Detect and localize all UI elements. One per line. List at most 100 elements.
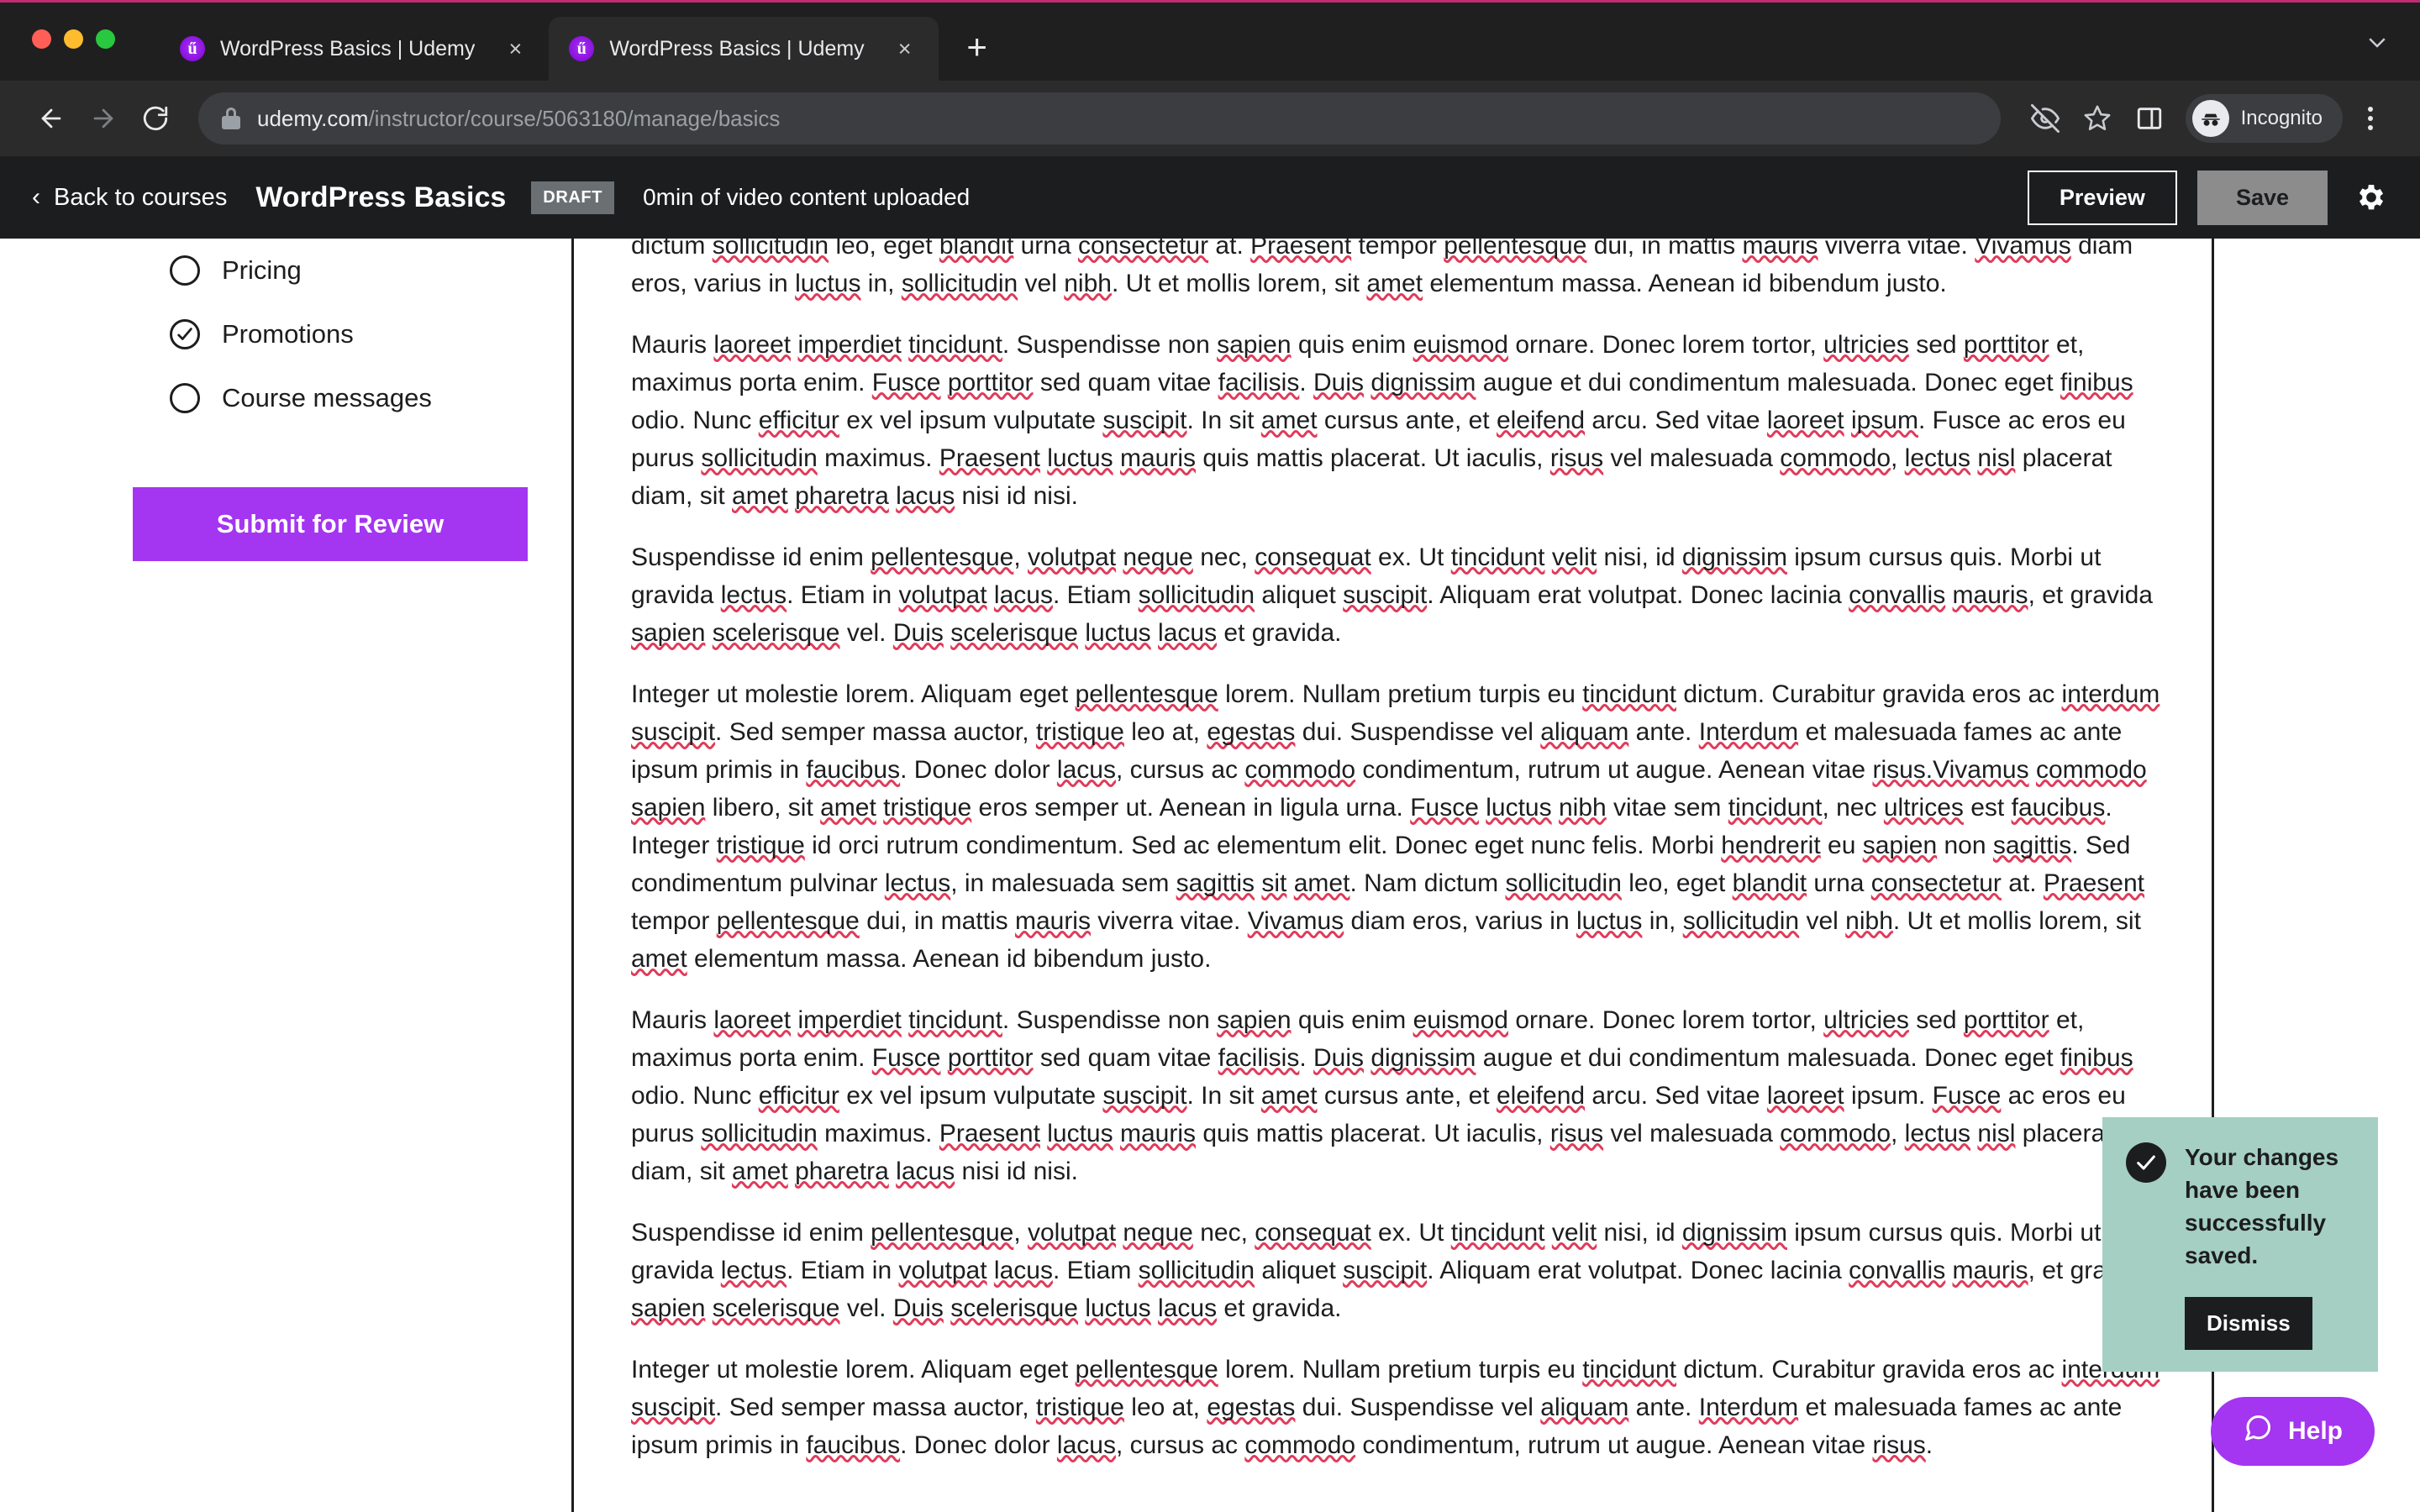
spellcheck-word: lacus (896, 482, 955, 510)
star-icon[interactable] (2073, 94, 2122, 143)
url-text: udemy.com/instructor/course/5063180/mana… (257, 106, 780, 132)
window-traffic-lights (32, 29, 115, 49)
maximize-window-button[interactable] (96, 29, 115, 49)
text-run: . Etiam in (786, 1257, 899, 1284)
text-run: eros semper ut. Aenean in ligula urna. (971, 794, 1411, 822)
text-run: , cursus ac (1115, 756, 1245, 784)
reload-icon[interactable] (129, 92, 182, 144)
gear-icon[interactable] (2348, 174, 2395, 221)
text-run: . Suspendisse non (1002, 331, 1218, 359)
sidebar-item-course-messages[interactable]: Course messages (0, 366, 571, 430)
text-run: . Aliquam erat volutpat. Donec lacinia (1427, 581, 1849, 609)
spellcheck-word: pharetra (795, 482, 889, 510)
spellcheck-word: lectus (1904, 444, 1971, 472)
text-run: , (1013, 1219, 1028, 1247)
text-run: leo, eget (829, 239, 939, 260)
side-panel-icon[interactable] (2125, 94, 2174, 143)
back-to-courses-link[interactable]: ‹ Back to courses (32, 184, 227, 212)
spellcheck-word: pellentesque (871, 1219, 1014, 1247)
sidebar-item-pricing[interactable]: Pricing (0, 239, 571, 302)
help-button[interactable]: Help (2210, 1397, 2375, 1466)
course-description-editor[interactable]: dictum sollicitudin leo, eget blandit ur… (571, 239, 2214, 1512)
text-run: maximus. (817, 1120, 939, 1147)
spellcheck-word: risus (1549, 444, 1604, 472)
save-button[interactable]: Save (2196, 170, 2328, 225)
spellcheck-word: amet (631, 945, 687, 973)
text-run (944, 1294, 950, 1322)
text-run: Aenean vitae (1718, 1431, 1873, 1459)
minimize-window-button[interactable] (64, 29, 83, 49)
close-window-button[interactable] (32, 29, 51, 49)
submit-for-review-button[interactable]: Submit for Review (133, 487, 528, 561)
spellcheck-word: Fusce (871, 1044, 941, 1072)
description-paragraph: Integer ut molestie lorem. Aliquam eget … (608, 675, 2178, 978)
browser-tab-1[interactable]: ű WordPress Basics | Udemy × (160, 17, 549, 81)
chevron-down-icon[interactable] (2365, 29, 2390, 60)
text-run: vel malesuada (1603, 1120, 1781, 1147)
spellcheck-word: amet (1293, 869, 1350, 897)
spellcheck-word: neque (1123, 543, 1193, 571)
browser-tab-2[interactable]: ű WordPress Basics | Udemy × (549, 17, 939, 81)
text-run: nisi, id (1597, 1219, 1682, 1247)
spellcheck-word: scelerisque (950, 1294, 1078, 1322)
text-run: ipsum. (1844, 1082, 1933, 1110)
incognito-profile-button[interactable]: Incognito (2185, 94, 2343, 143)
text-run: vel. (839, 619, 893, 647)
spellcheck-word: sapien (1217, 331, 1292, 359)
text-run: . Etiam in (786, 581, 899, 609)
spellcheck-word: pellentesque (871, 543, 1014, 571)
text-run: Suspendisse id enim (631, 543, 871, 571)
spellcheck-word: sagittis (1992, 832, 2072, 859)
text-run: dui, in mattis (1586, 239, 1743, 260)
text-run: . Suspendisse non (1002, 1006, 1218, 1034)
udemy-logo-icon: ű (569, 36, 595, 61)
text-run: ante. (1628, 718, 1699, 746)
spellcheck-word: Fusce (1932, 1082, 2002, 1110)
new-tab-button[interactable]: + (952, 22, 1002, 72)
preview-button[interactable]: Preview (2027, 170, 2177, 225)
spellcheck-word: laoreet (1766, 407, 1844, 434)
spellcheck-word: amet (732, 1158, 788, 1185)
eye-off-icon[interactable] (2021, 94, 2070, 143)
text-run: eu (1820, 832, 1863, 859)
spellcheck-word: Interdum (1698, 718, 1799, 746)
spellcheck-word: mauris (1742, 239, 1818, 260)
spellcheck-word: amet (1366, 270, 1423, 297)
text-run: sed quam vitae (1033, 1044, 1218, 1072)
spellcheck-word: suscipit (631, 1394, 716, 1421)
close-icon[interactable]: × (888, 32, 922, 66)
spellcheck-word: interdum (2061, 680, 2160, 708)
spellcheck-word: luctus (1047, 1120, 1113, 1147)
sidebar-item-promotions[interactable]: Promotions (0, 302, 571, 366)
description-paragraph: Integer ut molestie lorem. Aliquam eget … (608, 1351, 2178, 1464)
spellcheck-word: luctus (1576, 907, 1643, 935)
address-bar[interactable]: udemy.com/instructor/course/5063180/mana… (198, 92, 2001, 144)
text-run (1040, 1120, 1047, 1147)
dismiss-button[interactable]: Dismiss (2185, 1297, 2312, 1350)
text-run: sed (1908, 331, 1964, 359)
text-run (1552, 794, 1559, 822)
text-run (1844, 407, 1851, 434)
text-run: quis enim (1291, 331, 1413, 359)
lock-icon (222, 108, 240, 129)
spellcheck-word: scelerisque (950, 619, 1078, 647)
forward-icon[interactable] (77, 92, 129, 144)
back-icon[interactable] (25, 92, 77, 144)
text-run: , et gravida (2028, 581, 2153, 609)
spellcheck-word: pellentesque (1444, 239, 1587, 260)
tab-title: WordPress Basics | Udemy (609, 36, 865, 60)
spellcheck-word: tristique (716, 832, 805, 859)
page-title: WordPress Basics (255, 181, 507, 213)
spellcheck-word: imperdiet (797, 1006, 902, 1034)
text-run: diam eros, varius in (1344, 907, 1576, 935)
close-icon[interactable]: × (498, 32, 532, 66)
kebab-menu-icon[interactable] (2346, 94, 2395, 143)
text-run: et gravida. (1217, 1294, 1342, 1322)
main-content: dictum sollicitudin leo, eget blandit ur… (571, 239, 2420, 1512)
text-run (1151, 619, 1158, 647)
text-run: viverra vitae. (1818, 239, 1975, 260)
text-run: . Ut et mollis lorem, sit (1892, 907, 2141, 935)
text-run (1479, 794, 1486, 822)
text-run: nisi id nisi. (955, 482, 1078, 510)
text-run: nisi id nisi. (955, 1158, 1078, 1185)
